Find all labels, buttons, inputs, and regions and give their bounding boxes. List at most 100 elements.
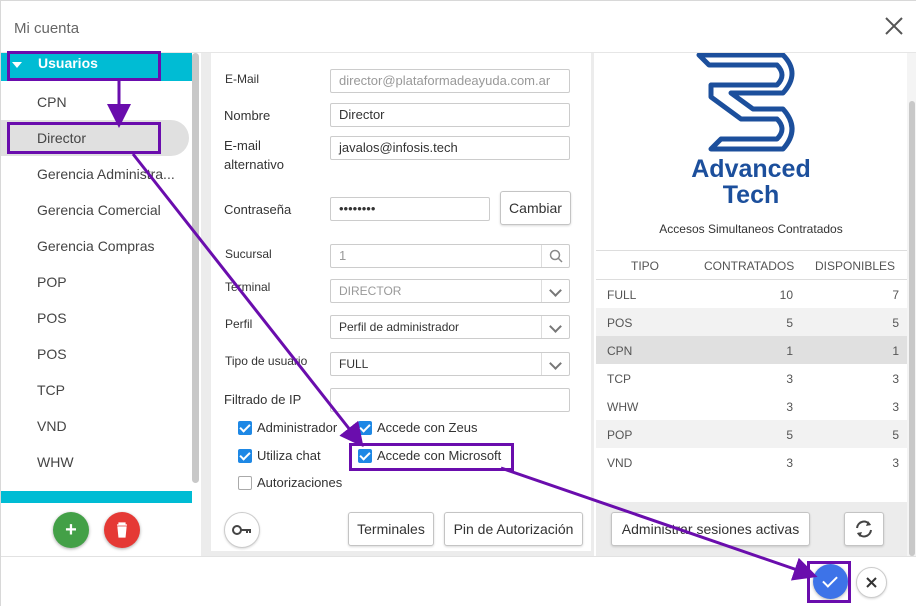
autorizaciones-checkbox[interactable] — [238, 476, 252, 490]
zeus-label: Accede con Zeus — [377, 420, 478, 435]
sidebar-item-pos[interactable]: POS — [1, 300, 192, 336]
annotation-box-confirm — [807, 561, 851, 603]
refresh-icon — [845, 520, 883, 548]
terminales-button[interactable]: Terminales — [348, 512, 434, 546]
cancel-button[interactable] — [856, 567, 887, 598]
cell-contratados: 10 — [779, 288, 793, 302]
nombre-label: Nombre — [224, 108, 271, 123]
email-label: E-Mail — [225, 72, 260, 86]
dialog-header: Mi cuenta — [1, 1, 916, 53]
perfil-label: Perfil — [225, 317, 253, 331]
tipo-usuario-label: Tipo de usuario — [225, 354, 308, 368]
table-row[interactable]: WHW 3 3 — [596, 392, 907, 420]
table-row[interactable]: POP 5 5 — [596, 420, 907, 448]
annotation-box-director — [7, 122, 161, 154]
column-tipo: TIPO — [631, 259, 660, 273]
terminal-label: Terminal — [225, 280, 271, 294]
column-contratados: CONTRATADOS — [704, 259, 795, 273]
administrador-label: Administrador — [257, 420, 338, 435]
table-row[interactable]: FULL 10 7 — [596, 280, 907, 308]
sidebar-scrollbar[interactable] — [192, 53, 199, 483]
email-alt-label-1: E-mail — [224, 138, 261, 153]
cell-contratados: 1 — [786, 344, 793, 358]
column-disponibles: DISPONIBLES — [815, 259, 896, 273]
sucursal-field: 1 — [330, 244, 570, 268]
advanced-tech-logo-icon — [691, 52, 811, 159]
chevron-down-icon[interactable] — [541, 316, 569, 338]
sidebar-item-cpn[interactable]: CPN — [1, 84, 192, 120]
sidebar-item-gerencia-administracion[interactable]: Gerencia Administra... — [1, 156, 192, 192]
sidebar-item-tcp[interactable]: TCP — [1, 372, 192, 408]
cell-tipo: POP — [607, 428, 633, 442]
cell-disponibles: 5 — [892, 428, 899, 442]
trash-icon — [104, 512, 140, 548]
sucursal-label: Sucursal — [225, 247, 272, 261]
autorizaciones-label: Autorizaciones — [257, 475, 343, 490]
logo-text-tech: Tech — [722, 181, 780, 209]
sidebar-item-vnd[interactable]: VND — [1, 408, 192, 444]
add-user-button[interactable]: + — [53, 512, 89, 548]
terminal-value: DIRECTOR — [339, 284, 402, 298]
right-scrollbar[interactable] — [907, 53, 916, 556]
account-dialog: Mi cuenta Usuarios CPN Director Gerencia… — [0, 0, 916, 606]
ip-filter-label: Filtrado de IP — [224, 392, 302, 407]
administrador-checkbox[interactable] — [238, 421, 252, 435]
email-alt-field[interactable]: javalos@infosis.tech — [330, 136, 570, 160]
table-row[interactable]: TCP 3 3 — [596, 364, 907, 392]
table-row[interactable]: VND 3 3 — [596, 448, 907, 476]
change-password-button[interactable]: Cambiar — [500, 191, 571, 225]
plus-icon: + — [65, 519, 77, 541]
table-row[interactable]: CPN 1 1 — [596, 336, 907, 364]
cell-disponibles: 3 — [892, 456, 899, 470]
cell-tipo: CPN — [607, 344, 633, 358]
refresh-button[interactable] — [844, 512, 884, 546]
perfil-value: Perfil de administrador — [339, 320, 460, 334]
sidebar-next-section — [1, 491, 192, 503]
cell-disponibles: 3 — [892, 372, 899, 386]
nombre-field[interactable]: Director — [330, 103, 570, 127]
perfil-select[interactable]: Perfil de administrador — [330, 315, 570, 339]
search-icon[interactable] — [541, 245, 569, 267]
cell-disponibles: 5 — [892, 316, 899, 330]
logo-text-advanced: Advanced — [691, 155, 811, 183]
access-table-header: TIPO CONTRATADOS DISPONIBLES — [596, 250, 907, 280]
manage-sessions-button[interactable]: Administrar sesiones activas — [611, 512, 810, 546]
chat-checkbox[interactable] — [238, 449, 252, 463]
delete-user-button[interactable] — [104, 512, 140, 548]
dialog-footer — [1, 556, 916, 606]
ip-filter-field[interactable] — [330, 388, 570, 412]
access-table-title: Accesos Simultaneos Contratados — [659, 222, 843, 236]
password-field[interactable]: •••••••• — [330, 197, 490, 221]
cell-contratados: 5 — [786, 428, 793, 442]
x-icon — [857, 577, 886, 601]
key-button[interactable] — [224, 512, 260, 548]
dialog-title: Mi cuenta — [14, 20, 80, 37]
access-table: TIPO CONTRATADOS DISPONIBLES FULL 10 7 P… — [596, 250, 907, 476]
annotation-box-users — [7, 51, 161, 81]
sidebar-item-pos-2[interactable]: POS — [1, 336, 192, 372]
cell-tipo: FULL — [607, 288, 637, 302]
cell-tipo: TCP — [607, 372, 631, 386]
zeus-checkbox[interactable] — [358, 421, 372, 435]
cell-tipo: POS — [607, 316, 633, 330]
cell-contratados: 3 — [786, 400, 793, 414]
cell-tipo: WHW — [607, 400, 639, 414]
sidebar-item-gerencia-compras[interactable]: Gerencia Compras — [1, 228, 192, 264]
chevron-down-icon[interactable] — [541, 353, 569, 375]
sidebar-item-whw[interactable]: WHW — [1, 444, 192, 480]
pin-autorizacion-button[interactable]: Pin de Autorización — [444, 512, 583, 546]
cell-contratados: 3 — [786, 456, 793, 470]
key-icon — [225, 525, 259, 551]
tipo-usuario-select[interactable]: FULL — [330, 352, 570, 376]
cell-contratados: 3 — [786, 372, 793, 386]
annotation-box-microsoft — [349, 443, 514, 471]
sidebar-item-gerencia-comercial[interactable]: Gerencia Comercial — [1, 192, 192, 228]
right-scrollbar-thumb[interactable] — [909, 101, 915, 556]
close-icon[interactable] — [883, 15, 905, 37]
cell-tipo: VND — [607, 456, 633, 470]
chat-label: Utiliza chat — [257, 448, 321, 463]
email-field: director@plataformadeayuda.com.ar — [330, 69, 570, 93]
sidebar-item-pop[interactable]: POP — [1, 264, 192, 300]
table-row[interactable]: POS 5 5 — [596, 308, 907, 336]
cell-contratados: 5 — [786, 316, 793, 330]
